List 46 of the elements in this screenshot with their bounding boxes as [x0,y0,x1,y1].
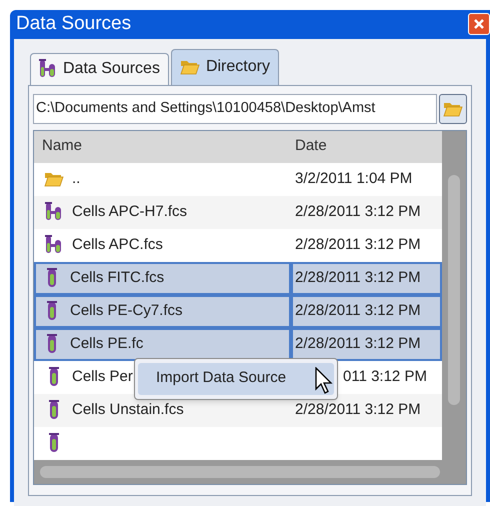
column-header[interactable]: Date [291,135,442,158]
file-row[interactable]: Cells PE-Cy7.fcs 2/28/2011 3:12 PM [34,294,442,328]
test-tubes-icon [45,235,63,255]
test-tubes-icon [39,59,57,79]
file-date: 2/28/2011 3:12 PM [295,300,421,321]
menu-item[interactable]: Import Data Source [138,362,334,394]
file-row[interactable]: Cells PE.fc 2/28/2011 3:12 PM [34,328,442,360]
close-icon [474,19,484,30]
path-field[interactable]: C:\Documents and Settings\10100458\Desktop\Amst [33,94,437,124]
file-date: 2/28/2011 3:12 PM [295,234,421,255]
file-date: 2/28/2011 3:12 PM [295,268,421,288]
file-date: 011 3:12 PM [343,366,427,387]
close-button[interactable] [468,13,490,36]
file-date: 2/28/2011 3:12 PM [295,400,421,420]
tab[interactable]: Directory [170,48,279,84]
window-title: Data Sources [16,12,132,36]
file-row[interactable]: .. 3/2/2011 1:04 PM [34,162,442,196]
browse-folder-button[interactable] [439,94,467,124]
column-header[interactable]: Name [34,135,291,158]
folder-icon [44,171,64,187]
test-tubes-icon [45,202,63,222]
file-name: Cells Unstain.fcs [72,400,184,420]
file-name: Cells PE-Cy7.fcs [70,300,183,321]
test-tube-icon [47,301,57,321]
file-date: 3/2/2011 1:04 PM [295,168,412,189]
folder-icon [443,100,463,116]
file-date: 2/28/2011 3:12 PM [295,202,421,222]
folder-icon [180,59,200,75]
file-row[interactable] [34,426,442,460]
test-tube-icon [47,334,57,354]
test-tube-icon [49,367,59,387]
test-tube-icon [47,268,57,288]
file-date: 2/28/2011 3:12 PM [295,334,421,354]
file-row[interactable]: Cells FITC.fcs 2/28/2011 3:12 PM [34,262,442,294]
file-name: Cells APC-H7.fcs [72,202,188,222]
file-name: .. [72,168,80,189]
file-row[interactable]: Cells APC.fcs 2/28/2011 3:12 PM [34,228,442,262]
tab[interactable]: Data Sources [30,52,169,84]
mouse-pointer-icon [315,366,335,394]
test-tube-icon [49,433,59,453]
file-name: Cells FITC.fcs [70,268,164,288]
file-name: Cells APC.fcs [72,234,163,255]
file-name: Cells PE.fc [70,334,144,354]
test-tube-icon [49,400,59,420]
file-row[interactable]: Cells APC-H7.fcs 2/28/2011 3:12 PM [34,196,442,228]
file-name: Cells Per [72,366,133,387]
